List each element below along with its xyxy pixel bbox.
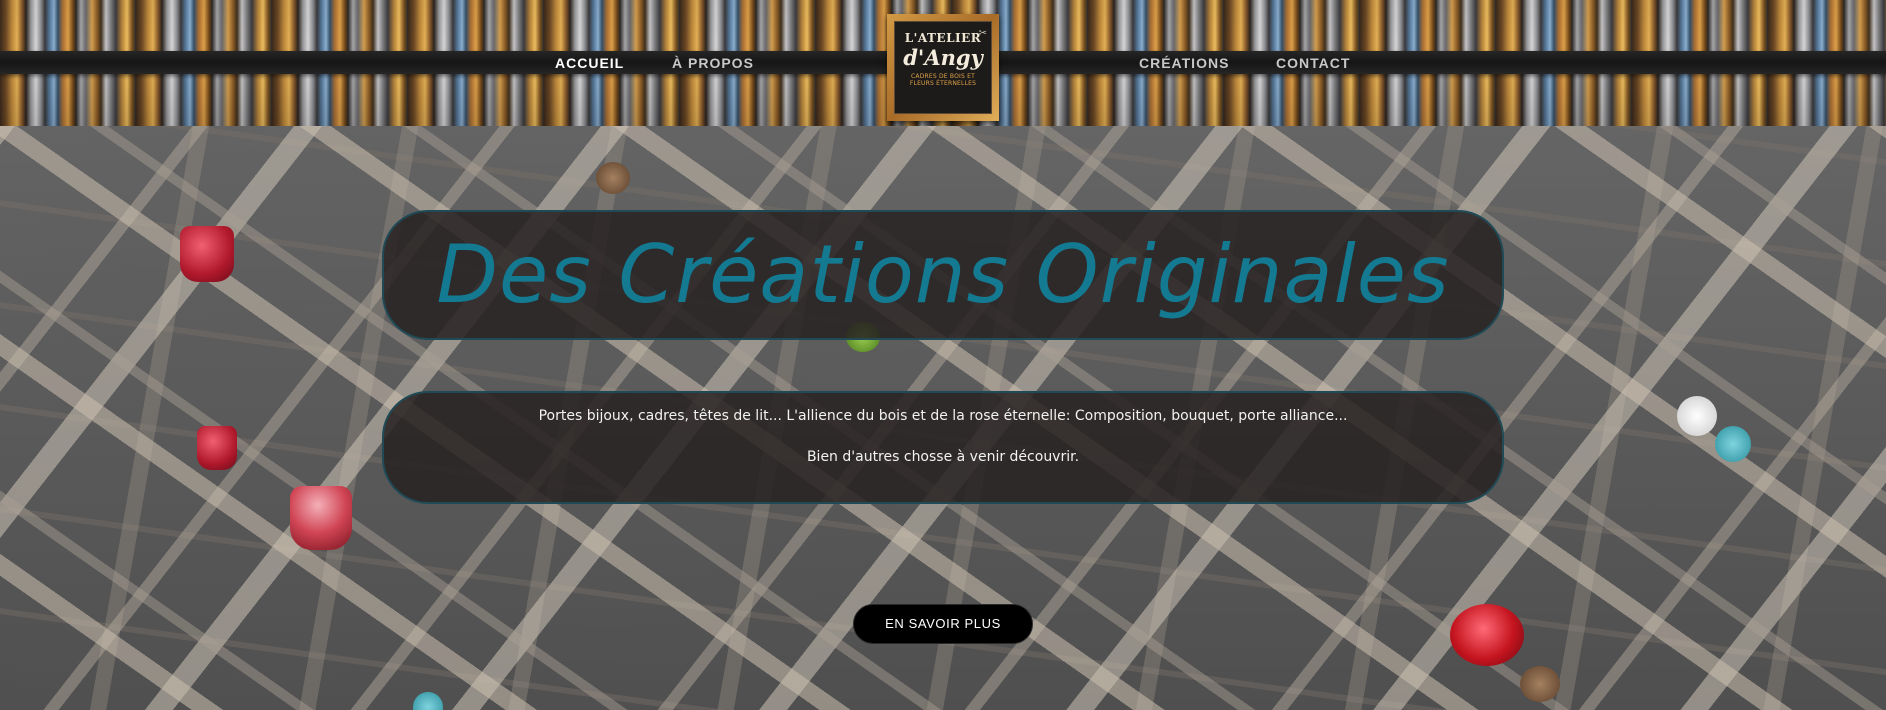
hero-text-panel: Portes bijoux, cadres, têtes de lit... L… xyxy=(382,391,1504,504)
decor-rose-image xyxy=(1450,604,1524,666)
nav-link-creations[interactable]: CRÉATIONS xyxy=(1139,52,1229,74)
site-header: ACCUEIL À PROPOS CRÉATIONS CONTACT ✂ L'A… xyxy=(0,0,1886,126)
nav-link-a-propos[interactable]: À PROPOS xyxy=(672,52,754,74)
decor-candle-image xyxy=(180,226,234,282)
nav-link-contact[interactable]: CONTACT xyxy=(1276,52,1350,74)
logo-board: ✂ L'ATELIER d'Angy CADRES DE BOIS ET FLE… xyxy=(894,21,992,114)
logo-text-angy: d'Angy xyxy=(903,45,983,70)
decor-flower-image xyxy=(1677,396,1717,436)
hero-title-panel: Des Créations Originales xyxy=(382,210,1504,340)
hero-paragraph: Bien d'autres chosse à venir découvrir. xyxy=(806,449,1080,465)
decor-candle-image xyxy=(290,486,352,550)
decor-ornament-image xyxy=(1715,426,1751,462)
decor-ornament-image xyxy=(413,692,443,710)
nav-link-accueil[interactable]: ACCUEIL xyxy=(555,52,624,74)
decor-pinecone-image xyxy=(1520,666,1560,702)
en-savoir-plus-button[interactable]: EN SAVOIR PLUS xyxy=(853,604,1033,644)
decor-candle-image xyxy=(197,426,237,470)
hero-title: Des Créations Originales xyxy=(436,228,1450,321)
decor-pinecone-image xyxy=(596,162,630,194)
hero-paragraph: Portes bijoux, cadres, têtes de lit... L… xyxy=(538,408,1348,424)
logo-text-atelier: L'ATELIER xyxy=(904,31,982,45)
site-logo[interactable]: ✂ L'ATELIER d'Angy CADRES DE BOIS ET FLE… xyxy=(887,14,999,121)
logo-tagline: CADRES DE BOIS ET FLEURS ÉTERNELLES xyxy=(909,73,977,87)
scissors-icon: ✂ xyxy=(978,28,987,39)
